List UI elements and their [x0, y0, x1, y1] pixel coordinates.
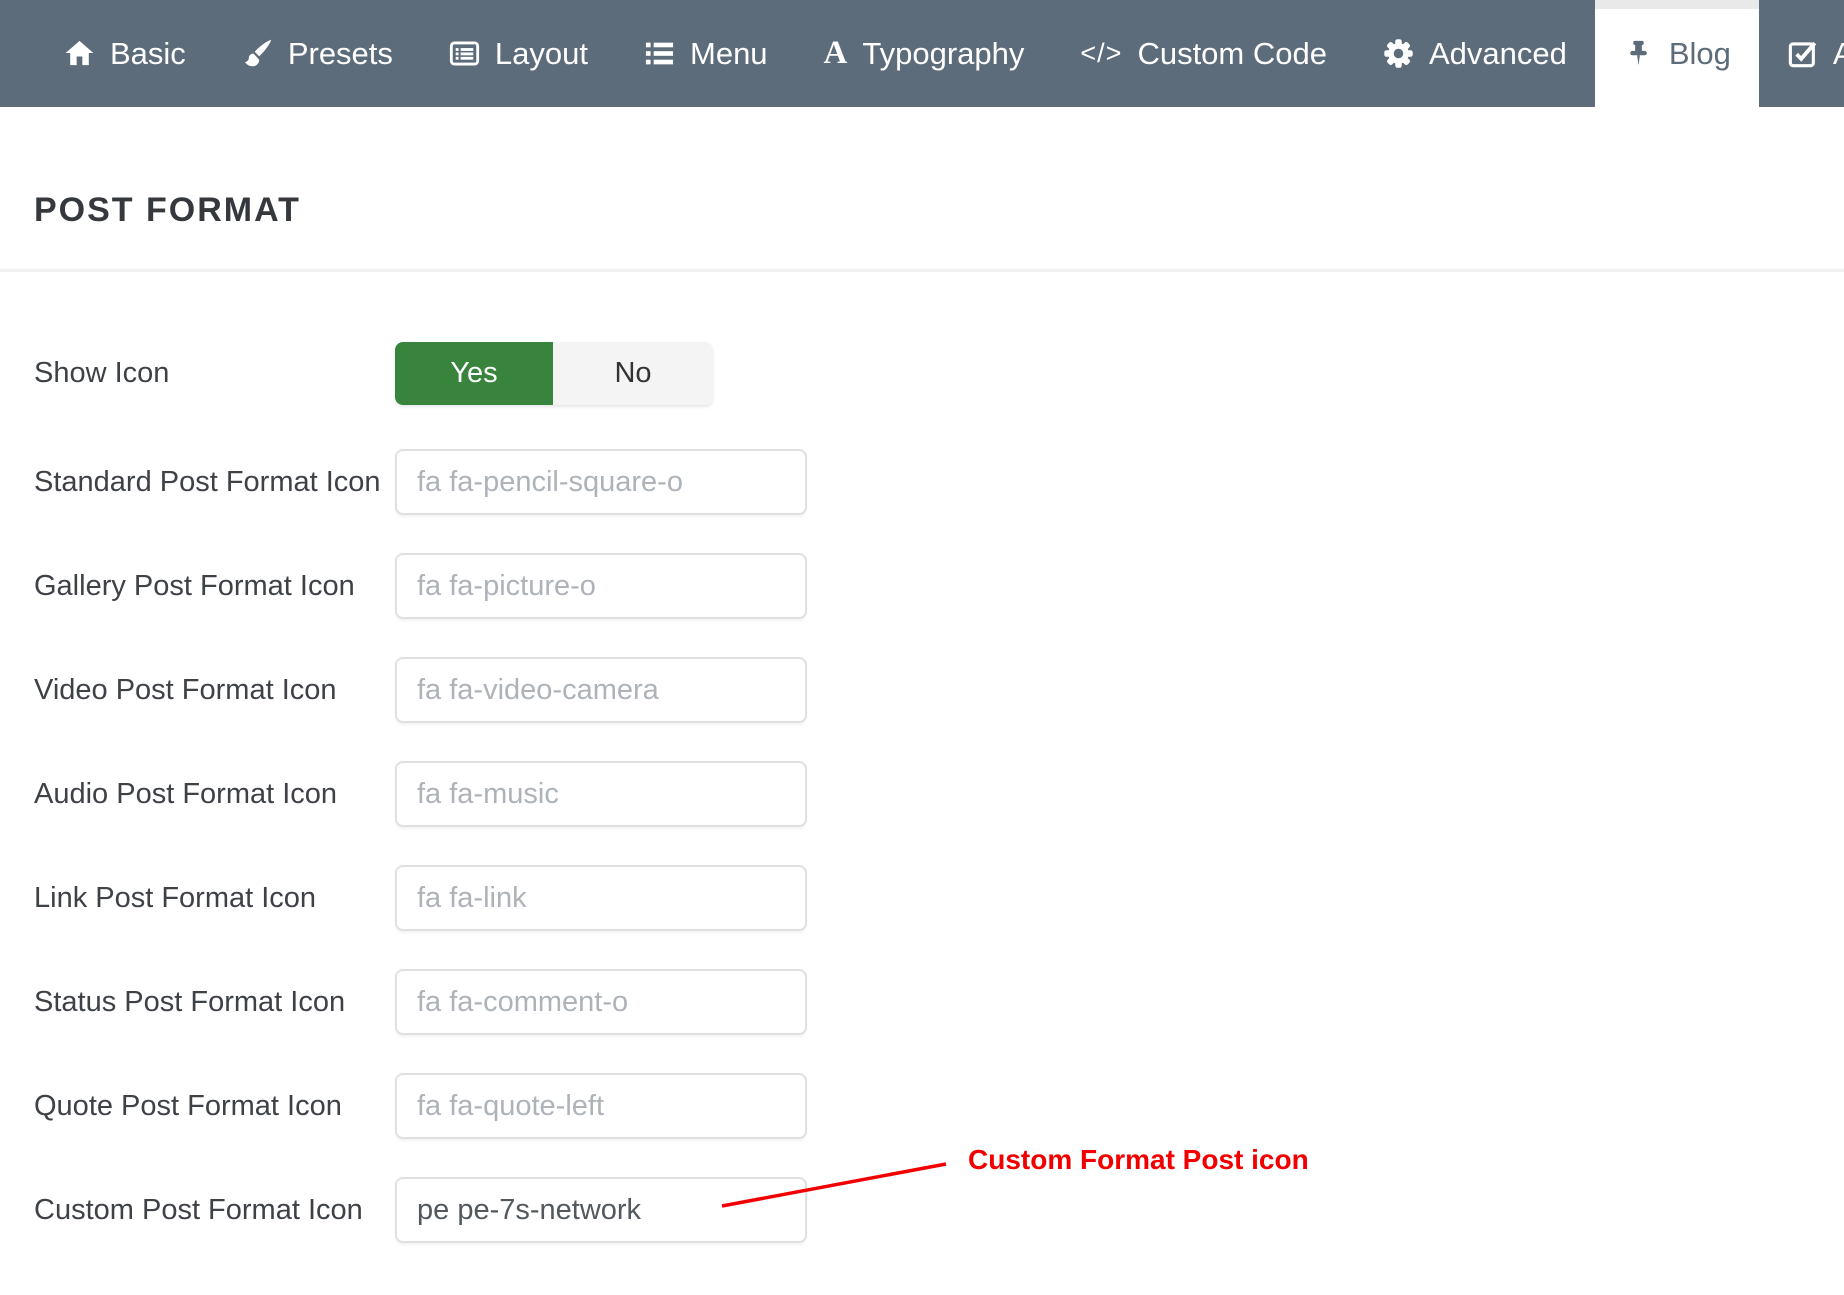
show-icon-yes-button[interactable]: Yes: [395, 342, 553, 405]
status-icon-row: Status Post Format Icon: [34, 969, 1844, 1035]
tab-blog[interactable]: Blog: [1595, 0, 1759, 107]
tab-typography[interactable]: A Typography: [796, 0, 1053, 107]
custom-icon-row: Custom Post Format Icon: [34, 1177, 1844, 1243]
quote-icon-row: Quote Post Format Icon: [34, 1073, 1844, 1139]
field-label: Link Post Format Icon: [34, 882, 395, 915]
tab-label: Typography: [862, 36, 1024, 72]
annotation-label: Custom Format Post icon: [968, 1144, 1309, 1176]
home-icon: [64, 38, 95, 69]
video-icon-row: Video Post Format Icon: [34, 657, 1844, 723]
tab-label: Menu: [690, 36, 768, 72]
video-post-format-icon-input[interactable]: [395, 657, 807, 723]
standard-post-format-icon-input[interactable]: [395, 449, 807, 515]
field-label: Quote Post Format Icon: [34, 1090, 395, 1123]
field-label: Standard Post Format Icon: [34, 466, 395, 499]
link-post-format-icon-input[interactable]: [395, 865, 807, 931]
page-title: POST FORMAT: [34, 191, 1844, 230]
menu-list-icon: [644, 38, 675, 69]
show-icon-toggle: Yes No: [395, 342, 713, 405]
tab-assignment[interactable]: Assignment: [1759, 0, 1844, 107]
tab-layout[interactable]: Layout: [421, 0, 616, 107]
custom-post-format-icon-input[interactable]: [395, 1177, 807, 1243]
tab-label: Layout: [495, 36, 588, 72]
show-icon-row: Show Icon Yes No: [34, 342, 1844, 405]
field-label: Status Post Format Icon: [34, 986, 395, 1019]
tab-label: Custom Code: [1137, 36, 1327, 72]
tab-menu[interactable]: Menu: [616, 0, 796, 107]
typography-icon: A: [824, 37, 848, 70]
gallery-post-format-icon-input[interactable]: [395, 553, 807, 619]
field-label: Video Post Format Icon: [34, 674, 395, 707]
paint-brush-icon: [242, 38, 273, 69]
check-square-icon: [1787, 38, 1818, 69]
tab-presets[interactable]: Presets: [214, 0, 421, 107]
tab-label: Advanced: [1429, 36, 1567, 72]
tab-basic[interactable]: Basic: [36, 0, 214, 107]
tab-label: Assignment: [1833, 36, 1844, 72]
tab-label: Presets: [288, 36, 393, 72]
show-icon-no-button[interactable]: No: [553, 342, 713, 405]
show-icon-label: Show Icon: [34, 357, 395, 390]
gear-icon: [1383, 38, 1414, 69]
field-label: Custom Post Format Icon: [34, 1194, 395, 1227]
tab-label: Blog: [1669, 36, 1731, 72]
link-icon-row: Link Post Format Icon: [34, 865, 1844, 931]
tab-label: Basic: [110, 36, 186, 72]
post-format-form: Show Icon Yes No Standard Post Format Ic…: [0, 342, 1844, 1243]
standard-icon-row: Standard Post Format Icon: [34, 449, 1844, 515]
field-label: Gallery Post Format Icon: [34, 570, 395, 603]
audio-icon-row: Audio Post Format Icon: [34, 761, 1844, 827]
status-post-format-icon-input[interactable]: [395, 969, 807, 1035]
gallery-icon-row: Gallery Post Format Icon: [34, 553, 1844, 619]
layout-icon: [449, 38, 480, 69]
section-header: POST FORMAT: [0, 107, 1844, 272]
quote-post-format-icon-input[interactable]: [395, 1073, 807, 1139]
tab-advanced[interactable]: Advanced: [1355, 0, 1595, 107]
code-icon: </>: [1080, 40, 1122, 67]
tab-custom-code[interactable]: </> Custom Code: [1052, 0, 1355, 107]
pushpin-icon: [1623, 38, 1654, 69]
settings-tab-bar: Basic Presets Layout Menu: [0, 0, 1844, 107]
field-label: Audio Post Format Icon: [34, 778, 395, 811]
audio-post-format-icon-input[interactable]: [395, 761, 807, 827]
